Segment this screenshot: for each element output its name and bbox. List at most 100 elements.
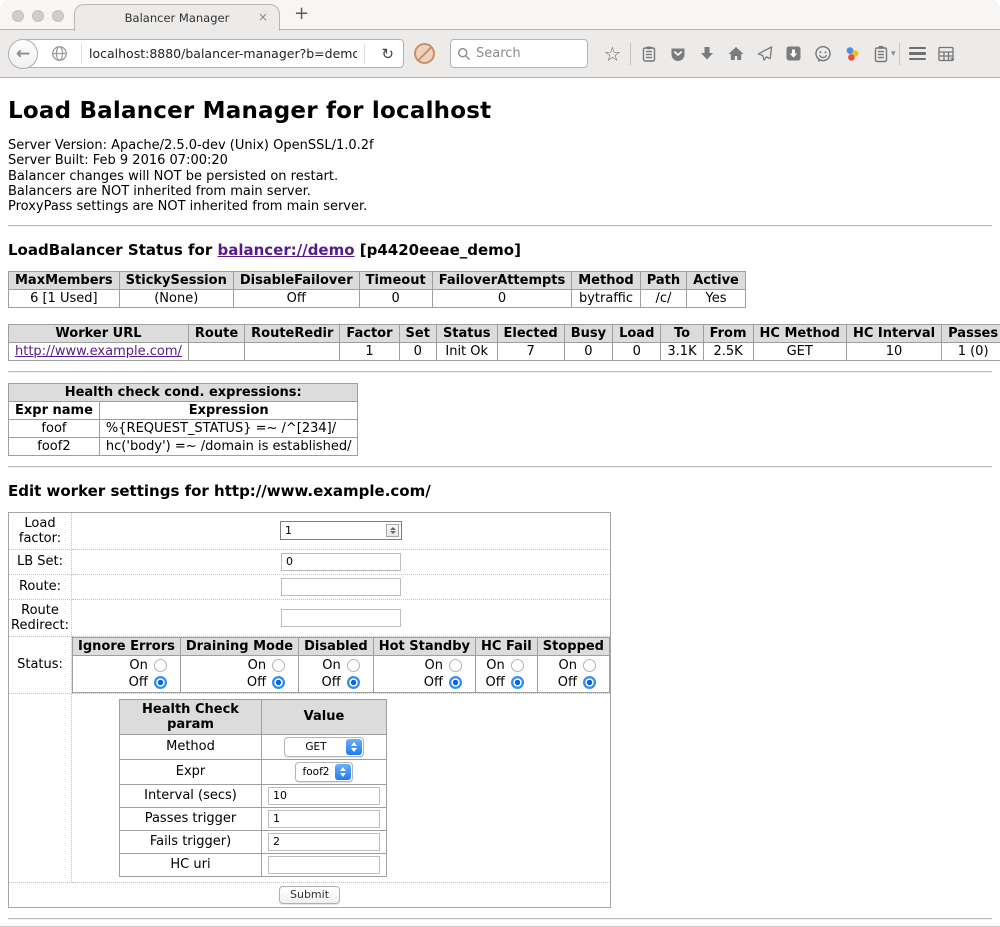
send-page-icon[interactable] — [750, 45, 779, 62]
column-header: Route — [188, 324, 244, 342]
health-check-expressions-table: Health check cond. expressions: Expr nam… — [8, 383, 358, 456]
cell-factor: 1 — [340, 342, 399, 360]
ignore-errors-off-radio[interactable] — [154, 676, 167, 689]
server-version-line: Server Version: Apache/2.5.0-dev (Unix) … — [8, 138, 992, 153]
table-row: foof %{REQUEST_STATUS} =~ /^[234]/ — [9, 419, 358, 437]
toolbar-icons: ☆ — [598, 43, 961, 65]
hc-fail-radios: On Off — [476, 655, 538, 692]
radio-on-label: On — [322, 658, 340, 673]
fails-label: Fails trigger) — [120, 830, 262, 853]
urlbar-divider — [364, 44, 365, 64]
hc-fail-off-radio[interactable] — [511, 676, 524, 689]
column-header: FailoverAttempts — [432, 271, 572, 289]
lb-set-input[interactable] — [281, 553, 401, 571]
column-header: HC Method — [753, 324, 846, 342]
table-title-row: Health check cond. expressions: — [9, 383, 358, 401]
menu-hamburger-icon[interactable] — [903, 47, 932, 61]
hot-standby-off-radio[interactable] — [449, 676, 462, 689]
load-factor-label: Load factor: — [9, 512, 72, 549]
radio-off-label: Off — [129, 675, 148, 690]
ignore-errors-on-radio[interactable] — [154, 659, 167, 672]
stopped-off-radio[interactable] — [583, 676, 596, 689]
url-input[interactable]: localhost:8880/balancer-manager?b=demo&w… — [89, 46, 357, 61]
fails-input[interactable] — [268, 833, 380, 851]
column-header: Draining Mode — [180, 637, 298, 655]
column-header: Passes — [942, 324, 1000, 342]
form-row-health-params: Health Check param Value Method GET — [9, 693, 611, 882]
table-header-row: Worker URL Route RouteRedir Factor Set S… — [9, 324, 1000, 342]
tab-close-icon[interactable]: × — [258, 11, 268, 23]
reading-list-icon[interactable] — [634, 45, 663, 63]
method-select[interactable]: GET — [284, 737, 364, 757]
route-input[interactable] — [281, 578, 401, 596]
health-check-param-table: Health Check param Value Method GET — [119, 699, 387, 877]
home-icon[interactable] — [721, 45, 750, 62]
passes-label: Passes trigger — [120, 807, 262, 830]
submit-button[interactable]: Submit — [279, 886, 340, 904]
url-bar[interactable]: localhost:8880/balancer-manager?b=demo&w… — [22, 39, 404, 68]
radio-off-label: Off — [247, 675, 266, 690]
cell-elected: 7 — [497, 342, 564, 360]
tab-title: Balancer Manager — [125, 11, 230, 25]
toolbar-divider — [630, 43, 631, 65]
disabled-on-radio[interactable] — [347, 659, 360, 672]
table-header-row: MaxMembers StickySession DisableFailover… — [9, 271, 746, 289]
new-tab-button[interactable]: + — [294, 3, 309, 24]
cell-stickysession: (None) — [119, 289, 233, 307]
radio-on-label: On — [129, 658, 147, 673]
back-button[interactable]: ← — [8, 39, 38, 69]
load-factor-input[interactable] — [281, 523, 386, 538]
method-label: Method — [120, 734, 262, 759]
load-factor-stepper[interactable] — [280, 521, 402, 540]
balancer-link[interactable]: balancer://demo — [217, 241, 354, 259]
downloads-icon[interactable] — [692, 45, 721, 62]
back-arrow-icon: ← — [16, 44, 30, 64]
bookmark-star-icon[interactable]: ☆ — [598, 44, 627, 64]
column-header: Active — [687, 271, 746, 289]
search-bar[interactable]: Search — [450, 39, 588, 68]
draining-mode-off-radio[interactable] — [272, 676, 285, 689]
close-window-button[interactable] — [12, 10, 24, 22]
interval-input[interactable] — [268, 787, 380, 805]
content-blocked-icon[interactable] — [414, 43, 435, 64]
urlbar-divider — [81, 44, 82, 64]
column-header: From — [703, 324, 753, 342]
server-info: Server Version: Apache/2.5.0-dev (Unix) … — [8, 138, 992, 215]
column-header: Value — [262, 699, 387, 734]
hc-uri-input[interactable] — [268, 856, 380, 874]
route-redirect-input[interactable] — [281, 609, 401, 627]
status-flags-table: Ignore Errors Draining Mode Disabled Hot… — [72, 637, 610, 693]
balancer-heading-suffix: [p4420eeae_demo] — [360, 241, 521, 259]
cell-hc-interval: 10 — [846, 342, 941, 360]
hcp-row-method: Method GET — [120, 734, 387, 759]
worker-row: http://www.example.com/ 1 0 Init Ok 7 0 … — [9, 342, 1000, 360]
download-manager-icon[interactable] — [779, 45, 808, 62]
zoom-window-button[interactable] — [52, 10, 64, 22]
grid-apps-icon[interactable] — [932, 45, 961, 63]
hcp-row-interval: Interval (secs) — [120, 784, 387, 807]
status-radio-row: On Off On Off On Off — [73, 655, 610, 692]
number-spinner-icon[interactable] — [386, 524, 399, 537]
hot-standby-on-radio[interactable] — [449, 659, 462, 672]
reload-icon[interactable]: ↻ — [372, 45, 403, 63]
hcp-row-hc-uri: HC uri — [120, 853, 387, 876]
form-row-lb-set: LB Set: — [9, 549, 611, 574]
minimize-window-button[interactable] — [32, 10, 44, 22]
search-placeholder: Search — [476, 46, 521, 61]
passes-input[interactable] — [268, 810, 380, 828]
balancer-heading-prefix: LoadBalancer Status for — [8, 241, 212, 259]
tab-balancer-manager[interactable]: Balancer Manager × — [74, 4, 280, 31]
disabled-off-radio[interactable] — [347, 676, 360, 689]
expr-select[interactable]: foof2 — [295, 762, 353, 782]
chevron-down-icon[interactable]: ▾ — [891, 49, 896, 59]
draining-mode-on-radio[interactable] — [272, 659, 285, 672]
divider — [8, 466, 992, 468]
worker-url-link[interactable]: http://www.example.com/ — [15, 344, 182, 359]
stopped-on-radio[interactable] — [583, 659, 596, 672]
extension-colored-dots-icon[interactable] — [837, 45, 866, 63]
chat-smiley-icon[interactable] — [808, 45, 837, 63]
column-header: Status — [436, 324, 497, 342]
pocket-icon[interactable] — [663, 45, 692, 63]
cell-hc-method: GET — [753, 342, 846, 360]
hc-fail-on-radio[interactable] — [511, 659, 524, 672]
